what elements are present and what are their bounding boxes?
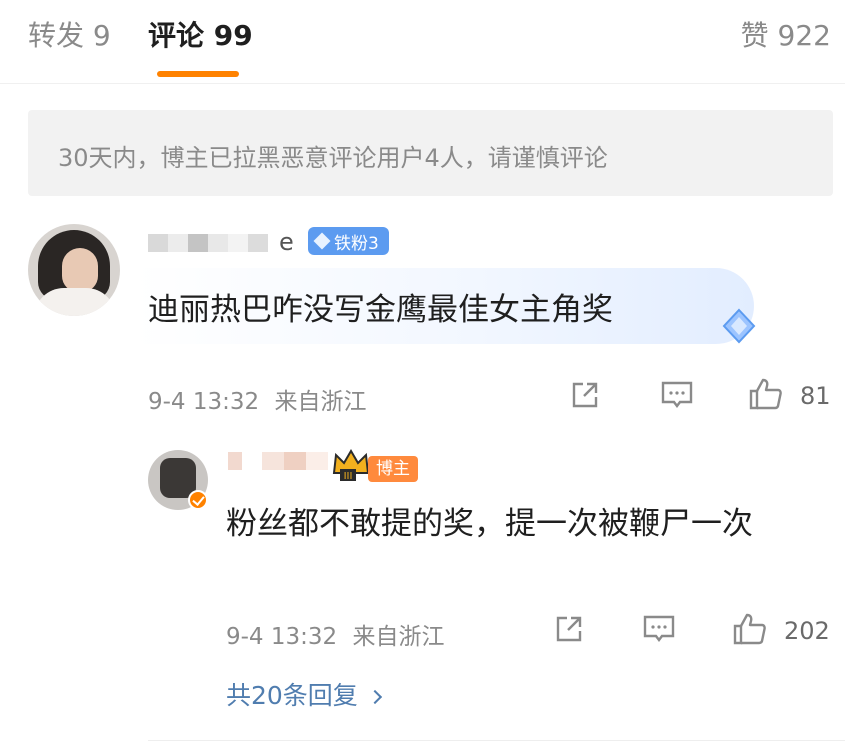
more-replies-label: 共20条回复 xyxy=(226,681,358,710)
comment-icon[interactable] xyxy=(642,613,676,645)
divider xyxy=(148,740,845,741)
tab-comment[interactable]: 评论 99 xyxy=(148,14,253,54)
active-tab-indicator xyxy=(157,71,239,77)
comment-like-count: 81 xyxy=(800,382,831,410)
comment-meta: 9-4 13:32 来自浙江 xyxy=(148,382,366,416)
commenter-avatar[interactable] xyxy=(28,224,120,316)
comment-time: 9-4 13:32 xyxy=(148,389,260,415)
reply-meta: 9-4 13:32 来自浙江 xyxy=(226,617,444,651)
comment-icon[interactable] xyxy=(660,379,694,411)
reply-time: 9-4 13:32 xyxy=(226,624,338,650)
tab-forward[interactable]: 转发 9 xyxy=(28,14,111,54)
fan-badge-label: 铁粉3 xyxy=(334,233,379,254)
fan-level-badge[interactable]: 铁粉3 xyxy=(308,227,389,255)
reply-text: 粉丝都不敢提的奖，提一次被鞭尸一次 xyxy=(226,506,753,542)
like-icon[interactable] xyxy=(732,611,768,647)
reply-location: 来自浙江 xyxy=(352,624,445,650)
more-replies-link[interactable]: 共20条回复 xyxy=(226,676,382,712)
diamond-icon xyxy=(313,232,331,250)
svg-text:III: III xyxy=(344,471,353,482)
tab-bar: 转发 9 评论 99 赞 922 xyxy=(0,0,845,84)
chevron-right-icon xyxy=(367,689,382,705)
verified-icon xyxy=(188,490,208,510)
tab-like[interactable]: 赞 922 xyxy=(741,14,831,54)
share-icon[interactable] xyxy=(569,379,601,411)
crown-icon: III xyxy=(332,449,370,482)
comment-notice: 30天内，博主已拉黑恶意评论用户4人，请谨慎评论 xyxy=(28,110,833,196)
reply-like-count: 202 xyxy=(784,617,830,645)
notice-text: 30天内，博主已拉黑恶意评论用户4人，请谨慎评论 xyxy=(58,144,608,172)
gem-decoration-icon xyxy=(722,308,756,344)
commenter-name-suffix[interactable]: e xyxy=(279,228,294,256)
share-icon[interactable] xyxy=(553,613,585,645)
commenter-name-blurred[interactable] xyxy=(148,234,268,252)
host-badge[interactable]: 博主 xyxy=(368,456,418,482)
comment-text: 迪丽热巴咋没写金鹰最佳女主角奖 xyxy=(148,292,613,328)
like-icon[interactable] xyxy=(748,376,784,412)
host-name-blurred[interactable] xyxy=(228,452,328,470)
comment-location: 来自浙江 xyxy=(274,389,367,415)
